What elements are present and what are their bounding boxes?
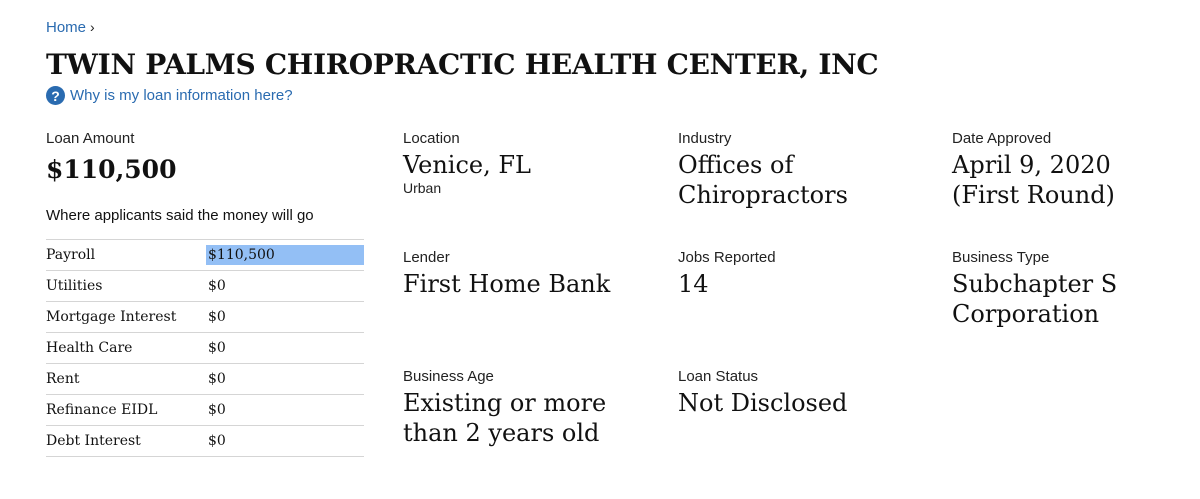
location-sub: Urban [403,180,442,196]
table-row: Mortgage Interest $0 [46,301,364,333]
jobs-reported-block: Jobs Reported 14 [678,249,918,299]
business-age-label: Business Age [403,368,494,385]
why-info-link-label[interactable]: Why is my loan information here? [70,87,293,104]
uses-amount: $0 [208,278,226,294]
table-row: Health Care $0 [46,332,364,364]
lender-block: Lender First Home Bank [403,249,653,299]
loan-amount-label: Loan Amount [46,130,135,147]
uses-category: Debt Interest [46,425,206,457]
why-info-link[interactable]: ? Why is my loan information here? [46,86,293,105]
location-value: Venice, FL [403,151,531,179]
industry-block: Industry Offices of Chiropractors [678,130,918,210]
uses-amount-cell: $0 [206,301,364,333]
industry-label: Industry [678,130,732,147]
loan-amount-block: Loan Amount $110,500 [46,130,176,184]
loan-amount-value: $110,500 [46,155,177,184]
uses-category: Health Care [46,332,206,364]
uses-heading: Where applicants said the money will go [46,207,314,224]
uses-category: Rent [46,363,206,395]
uses-amount-cell: $110,500 [206,239,364,271]
uses-amount-cell: $0 [206,332,364,364]
jobs-reported-label: Jobs Reported [678,249,776,266]
uses-amount: $0 [208,402,226,418]
page-title: TWIN PALMS CHIROPRACTIC HEALTH CENTER, I… [46,48,879,81]
location-block: Location Venice, FL Urban [403,130,653,196]
loan-detail-page: Home › TWIN PALMS CHIROPRACTIC HEALTH CEN… [46,0,1186,499]
business-type-value: Subchapter S Corporation [952,270,1118,328]
business-type-label: Business Type [952,249,1050,266]
uses-category: Refinance EIDL [46,394,206,426]
question-icon[interactable]: ? [46,86,65,105]
breadcrumb-separator: › [90,19,95,35]
uses-amount: $0 [208,371,226,387]
lender-value: First Home Bank [403,270,611,298]
uses-category: Mortgage Interest [46,301,206,333]
date-approved-block: Date Approved April 9, 2020 (First Round… [952,130,1184,210]
uses-amount: $110,500 [206,245,364,265]
uses-amount: $0 [208,433,226,449]
breadcrumb-home-link[interactable]: Home [46,19,86,36]
uses-table: Payroll $110,500 Utilities $0 Mortgage Inter… [46,239,364,457]
uses-category: Payroll [46,239,206,271]
loan-status-value: Not Disclosed [678,389,848,417]
table-row: Payroll $110,500 [46,239,364,271]
uses-amount: $0 [208,309,226,325]
location-label: Location [403,130,460,147]
uses-category: Utilities [46,270,206,302]
business-age-value: Existing or more than 2 years old [403,389,607,447]
date-approved-value: April 9, 2020 (First Round) [952,151,1115,209]
table-row: Debt Interest $0 [46,425,364,457]
table-row: Rent $0 [46,363,364,395]
industry-value: Offices of Chiropractors [678,151,848,209]
uses-amount-cell: $0 [206,425,364,457]
uses-amount-cell: $0 [206,394,364,426]
date-approved-label: Date Approved [952,130,1052,147]
loan-status-label: Loan Status [678,368,759,385]
table-row: Utilities $0 [46,270,364,302]
table-row: Refinance EIDL $0 [46,394,364,426]
uses-amount: $0 [208,340,226,356]
uses-amount-cell: $0 [206,270,364,302]
breadcrumb: Home › [46,19,95,36]
business-type-block: Business Type Subchapter S Corporation [952,249,1184,329]
lender-label: Lender [403,249,450,266]
loan-status-block: Loan Status Not Disclosed [678,368,918,418]
business-age-block: Business Age Existing or more than 2 yea… [403,368,653,448]
uses-amount-cell: $0 [206,363,364,395]
jobs-reported-value: 14 [678,270,709,298]
